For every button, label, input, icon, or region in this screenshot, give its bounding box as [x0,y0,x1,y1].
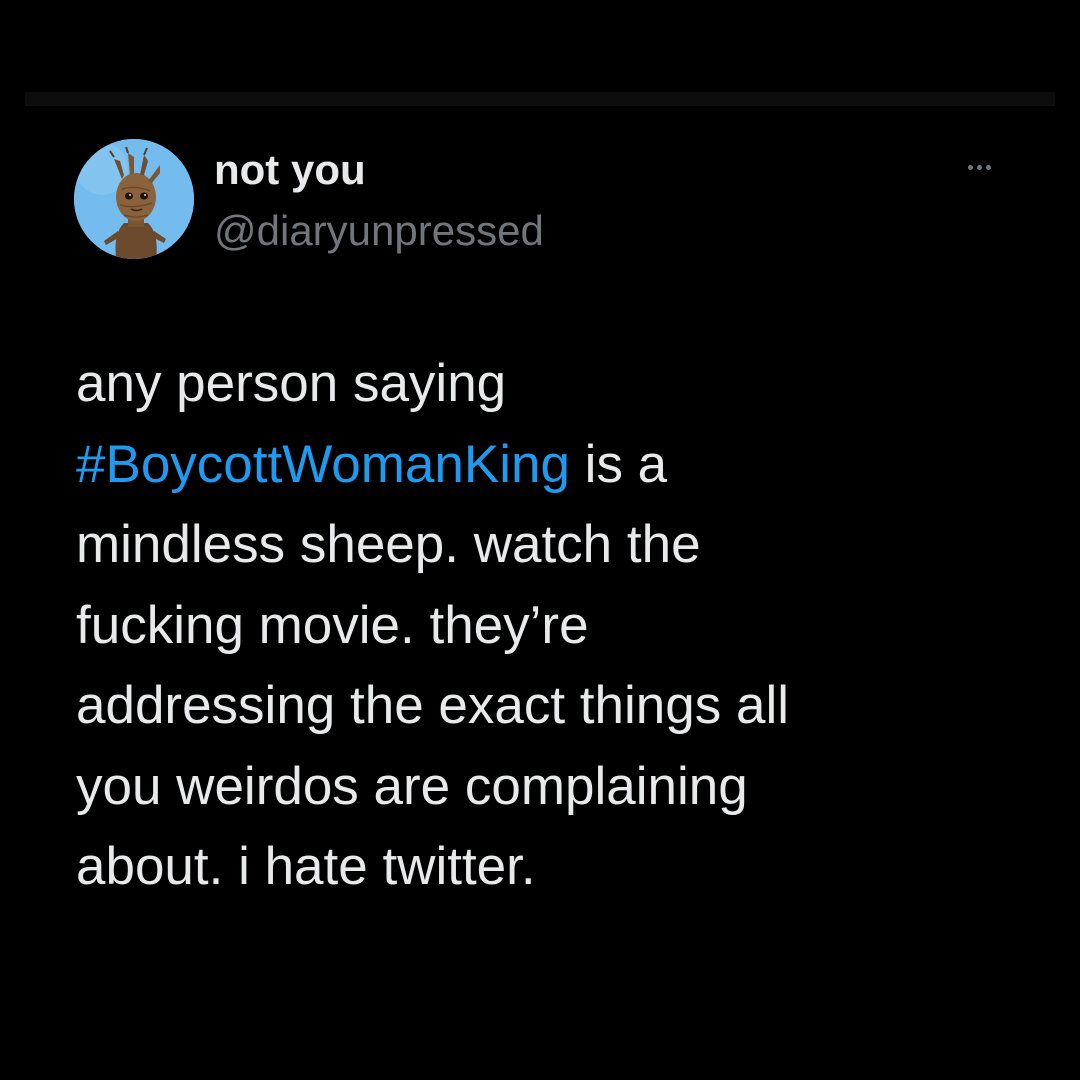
more-dot [985,164,991,170]
tweet-line: about. i hate twitter. [76,837,536,896]
tweet-line: #BoycottWomanKing is a [76,425,1036,506]
tweet-line: fucking movie. they’re [76,595,589,655]
tweet-line-text: is a [569,434,668,494]
tweet-text: any person saying #BoycottWomanKing is a… [76,344,1036,908]
more-horizontal-icon [967,164,973,170]
tweet-line: you weirdos are complaining [76,756,748,816]
tweet-line: any person saying [76,354,507,413]
groot-avatar-icon [74,139,194,259]
avatar[interactable] [74,139,194,259]
user-handle[interactable]: @diaryunpressed [214,205,544,257]
hashtag-link[interactable]: #BoycottWomanKing [76,435,570,494]
more-options-button[interactable] [955,152,1003,182]
tweet-card: not you @diaryunpressed any person sayin… [0,0,1080,1080]
tweet-line: mindless sheep. watch the [76,515,701,574]
display-name[interactable]: not you [214,144,366,196]
more-dot [976,164,982,170]
tweet-line: addressing the exact things all [76,676,789,735]
